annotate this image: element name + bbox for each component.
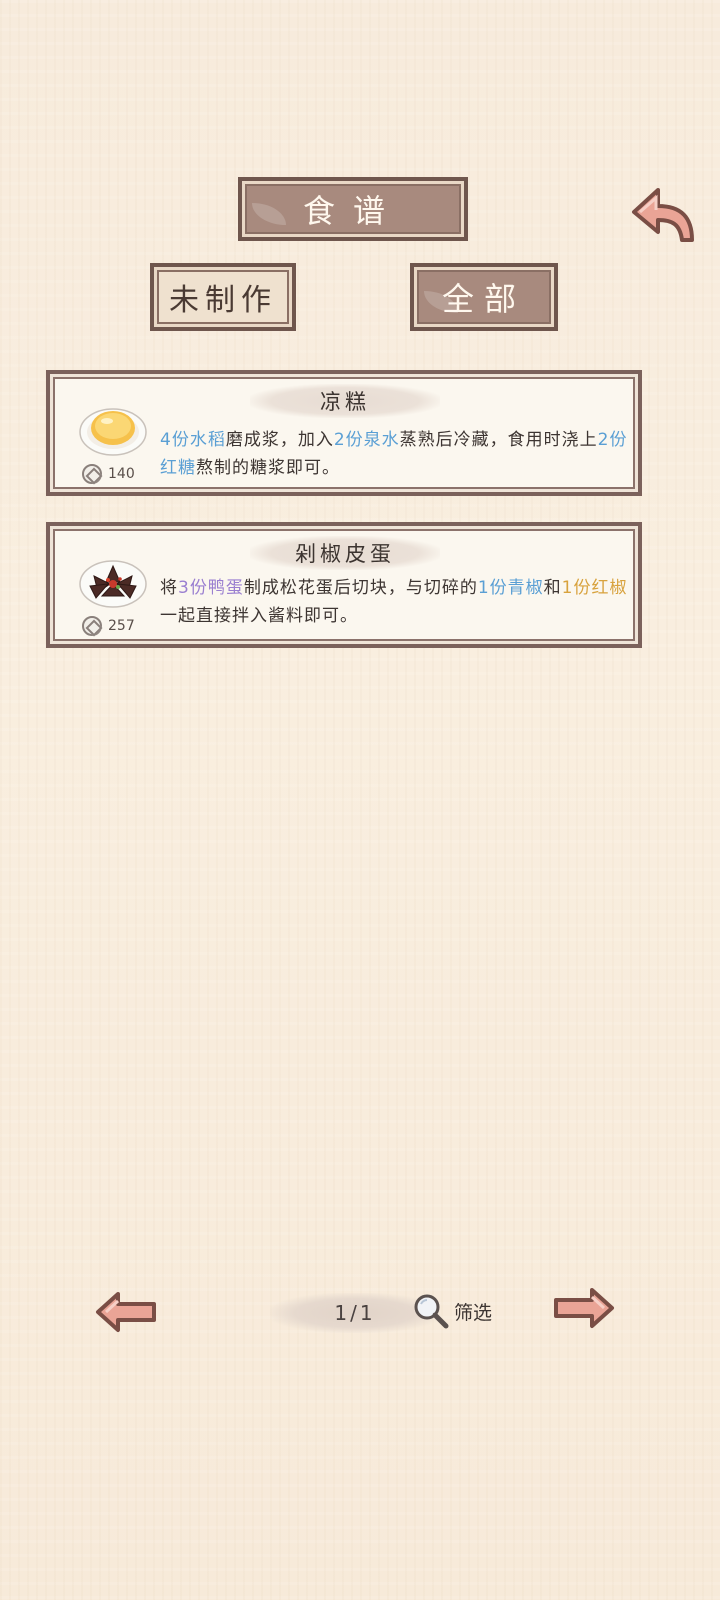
tab-not-made-label: 未制作 [169,283,277,318]
page-title-banner: 食谱 [238,177,468,241]
century-egg-dish-icon [79,560,147,608]
tab-not-made[interactable]: 未制作 [150,263,296,331]
previous-page-arrow-icon[interactable] [94,1290,158,1334]
price-value: 257 [108,618,135,634]
recipe-name: 剁椒皮蛋 [250,536,440,570]
recipe-name: 凉糕 [250,384,440,418]
ingredient-text: 1份红椒 [561,578,628,598]
filter-label: 筛选 [454,1301,493,1324]
price-row: 140 [82,464,135,484]
next-page-arrow-icon[interactable] [552,1286,616,1330]
ingredient-text: 2份泉水 [333,430,400,450]
back-arrow-icon[interactable] [628,180,698,250]
recipe-card[interactable]: 剁椒皮蛋 257 将3份鸭蛋制成松花蛋后切块，与切碎的1份青椒和1份红椒一起直接… [46,522,642,648]
magnifier-icon [414,1294,449,1329]
tab-all-label: 全部 [441,280,526,318]
ingredient-text: 1份青椒 [477,578,544,598]
filter-button[interactable]: 筛选 [412,1292,492,1330]
recipe-card[interactable]: 凉糕 140 4份水稻磨成浆，加入2份泉水蒸熟后冷藏，食用时浇上2份红糖熬制的糖… [46,370,642,496]
tab-all[interactable]: 全部 [410,263,558,331]
ingredient-text: 3份鸭蛋 [178,578,244,598]
description-text: 将 [160,578,178,598]
description-text: 和 [543,578,562,598]
price-value: 140 [108,466,135,482]
description-text: 熬制的糖浆即可。 [196,458,340,478]
recipe-description: 4份水稻磨成浆，加入2份泉水蒸熟后冷藏，食用时浇上2份红糖熬制的糖浆即可。 [160,426,640,482]
page-title: 食谱 [302,192,403,230]
page-number: 1/1 [334,1301,376,1325]
ingredient-text: 4份水稻 [160,430,226,450]
description-text: 一起直接拌入酱料即可。 [160,606,358,626]
description-text: 磨成浆，加入 [225,430,334,450]
leaf-decoration-icon [252,203,286,225]
coin-icon [82,616,102,636]
recipe-description: 将3份鸭蛋制成松花蛋后切块，与切碎的1份青椒和1份红椒一起直接拌入酱料即可。 [160,574,640,630]
description-text: 制成松花蛋后切块，与切碎的 [243,578,478,598]
coin-icon [82,464,102,484]
description-text: 蒸熟后冷藏，食用时浇上 [399,430,598,450]
liang-gao-dish-icon [79,408,147,456]
price-row: 257 [82,616,135,636]
